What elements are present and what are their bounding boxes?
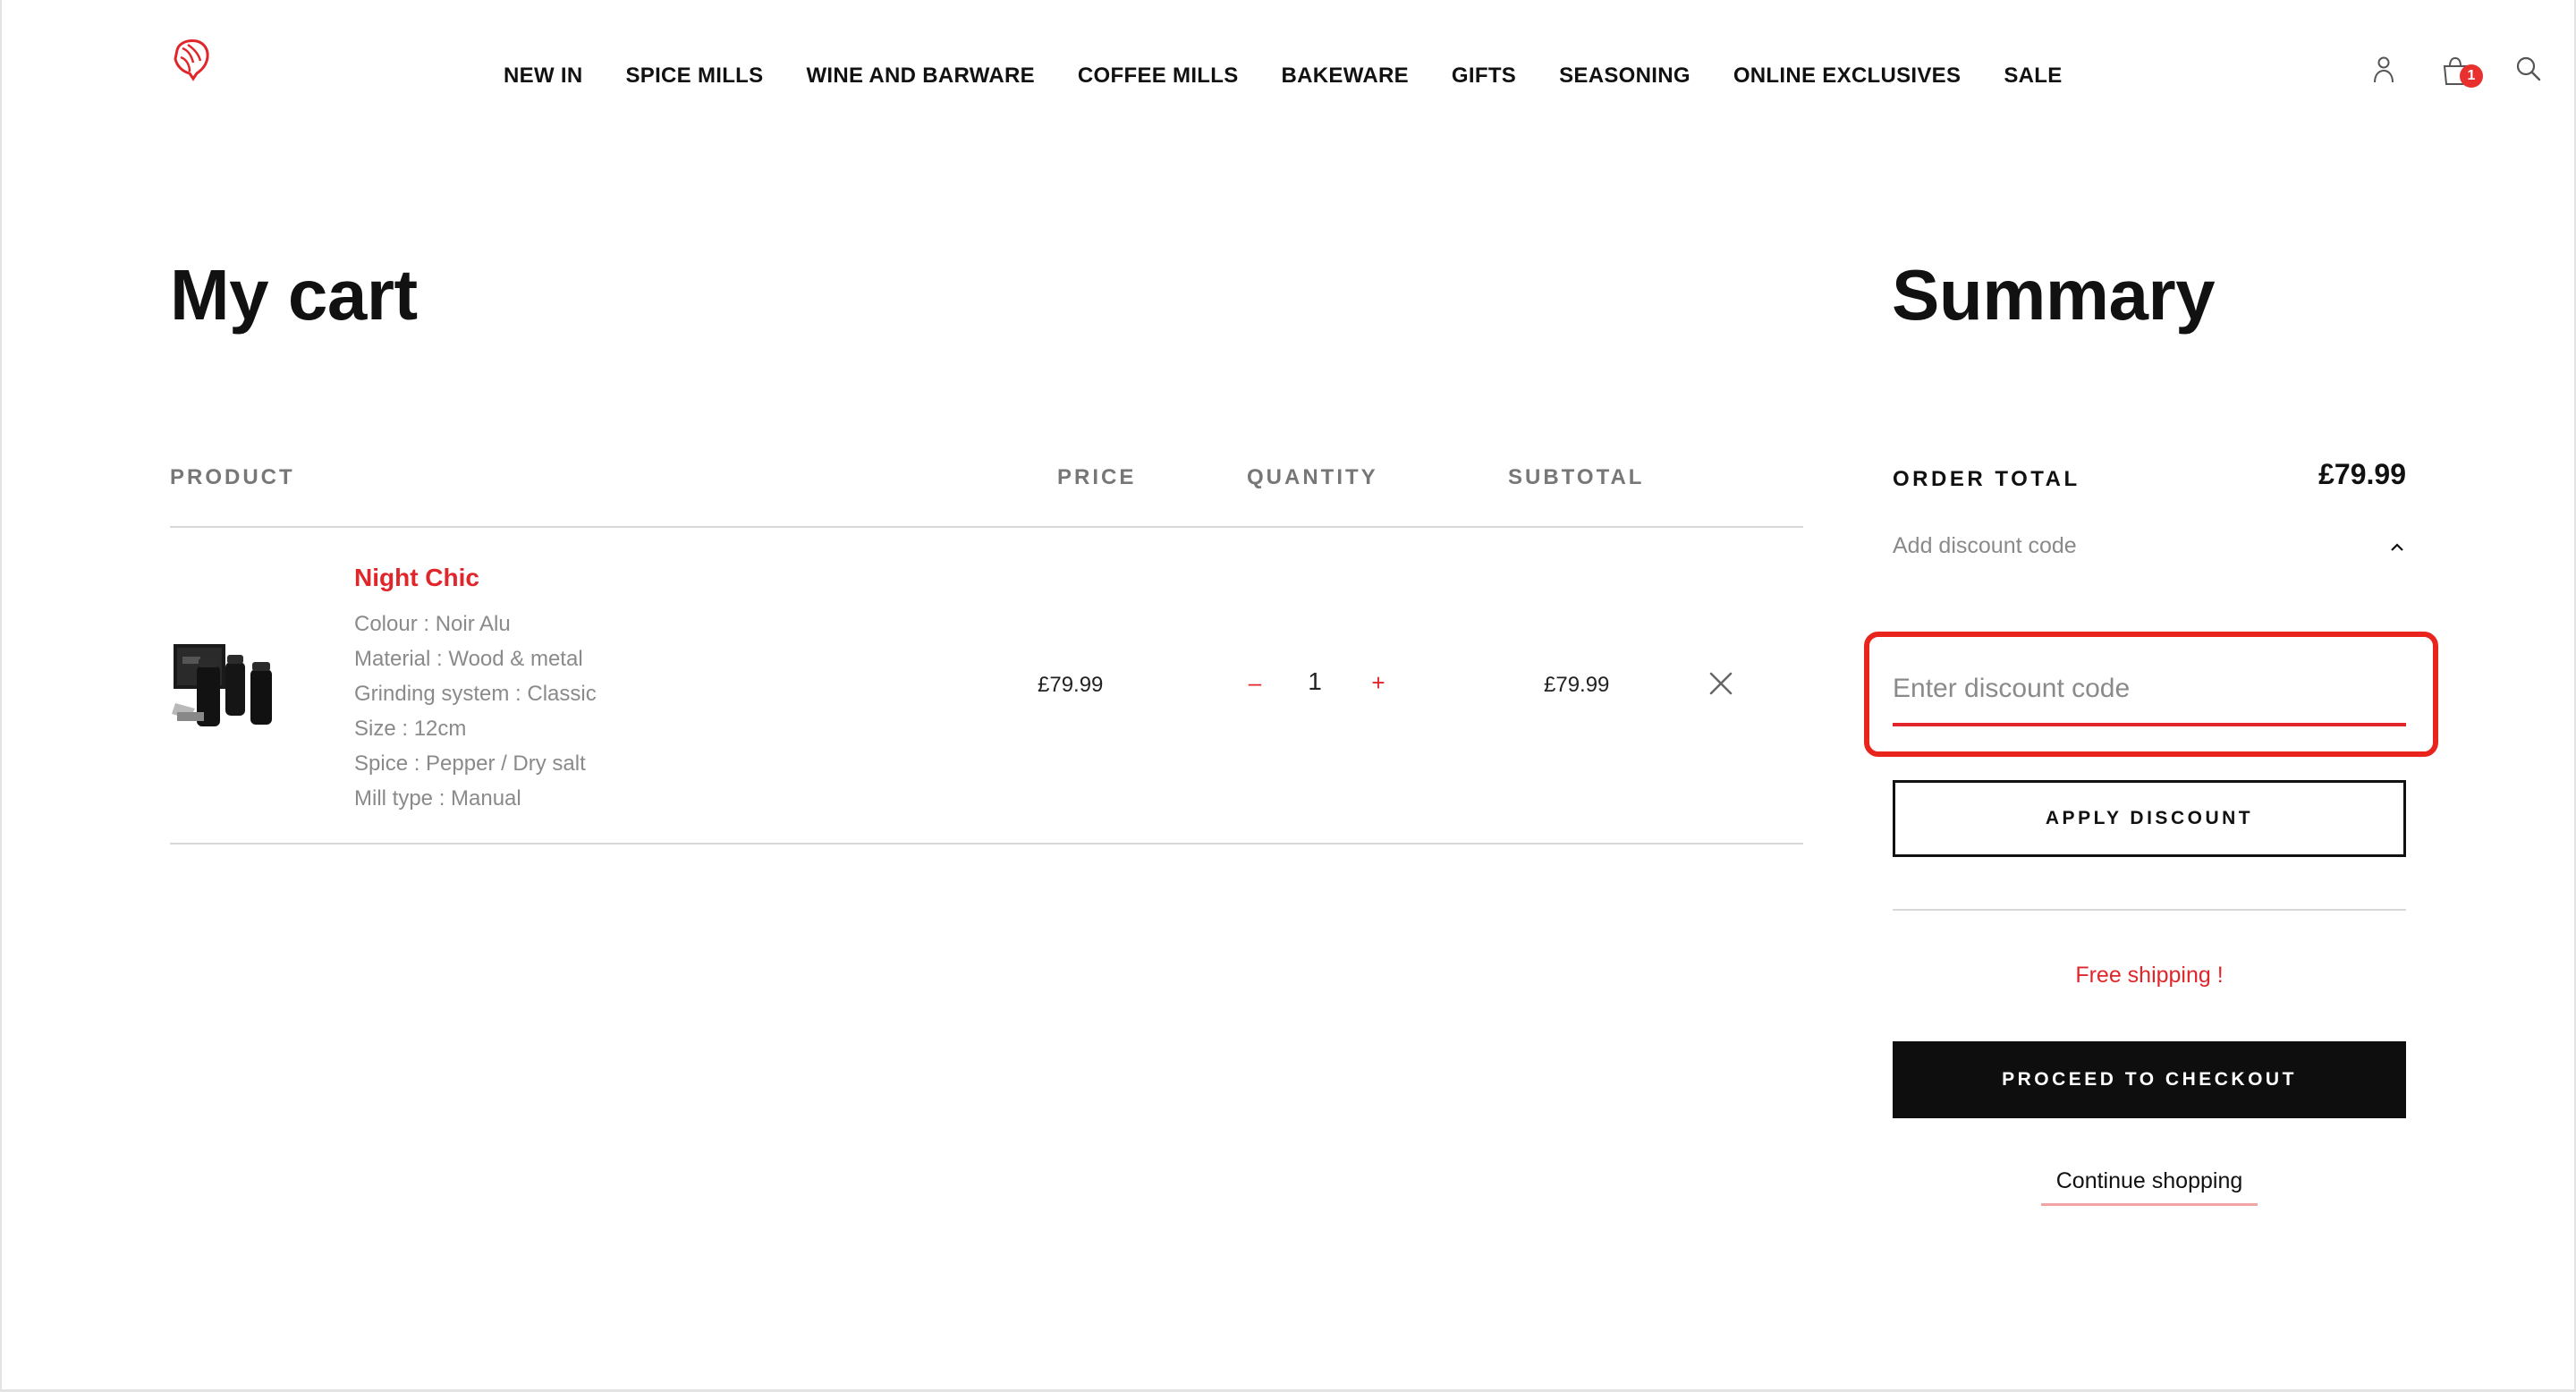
nav-item-wine-and-barware[interactable]: WINE AND BARWARE (806, 64, 1034, 89)
nav-item-online-exclusives[interactable]: ONLINE EXCLUSIVES (1733, 64, 1961, 89)
product-image[interactable] (170, 626, 279, 728)
product-attribute-mill-type: Mill type : Manual (354, 786, 521, 811)
column-header-product: PRODUCT (170, 465, 295, 489)
page-title: My cart (170, 255, 418, 335)
product-attribute-spice: Spice : Pepper / Dry salt (354, 751, 586, 776)
column-header-quantity: QUANTITY (1247, 465, 1378, 489)
column-header-price: PRICE (1057, 465, 1137, 489)
user-icon[interactable] (2372, 55, 2395, 84)
continue-shopping-link[interactable]: Continue shopping (2041, 1168, 2258, 1206)
cart-count-badge: 1 (2460, 64, 2483, 88)
quantity-value[interactable]: 1 (1301, 667, 1328, 696)
main-nav: NEW IN SPICE MILLS WINE AND BARWARE COFF… (504, 61, 2063, 91)
header-actions: 1 (2361, 52, 2549, 97)
nav-item-coffee-mills[interactable]: COFFEE MILLS (1078, 64, 1239, 89)
quantity-decrease-button[interactable]: – (1245, 669, 1265, 697)
column-header-subtotal: SUBTOTAL (1508, 465, 1645, 489)
remove-item-icon[interactable] (1708, 671, 1733, 696)
nav-item-new-in[interactable]: NEW IN (504, 64, 582, 89)
nav-item-seasoning[interactable]: SEASONING (1559, 64, 1690, 89)
nav-item-sale[interactable]: SALE (2004, 64, 2062, 89)
chevron-up-icon (2391, 543, 2403, 551)
table-divider (170, 843, 1803, 845)
product-attribute-size: Size : 12cm (354, 717, 467, 741)
nav-item-gifts[interactable]: GIFTS (1452, 64, 1516, 89)
quantity-increase-button[interactable]: + (1368, 669, 1388, 697)
item-price: £79.99 (1038, 673, 1104, 697)
product-attribute-colour: Colour : Noir Alu (354, 612, 511, 636)
item-subtotal: £79.99 (1544, 673, 1610, 697)
product-attribute-material: Material : Wood & metal (354, 647, 583, 671)
discount-code-input[interactable] (1893, 655, 2406, 726)
free-shipping-message: Free shipping ! (2075, 963, 2224, 988)
discount-code-toggle[interactable]: Add discount code (1893, 533, 2406, 565)
summary-title: Summary (1892, 255, 2216, 335)
product-attributes: Colour : Noir Alu Material : Wood & meta… (354, 607, 597, 816)
apply-discount-button[interactable]: APPLY DISCOUNT (1893, 780, 2406, 857)
proceed-to-checkout-button[interactable]: PROCEED TO CHECKOUT (1893, 1041, 2406, 1118)
lion-head-logo-icon[interactable] (170, 38, 211, 82)
product-name-link[interactable]: Night Chic (354, 564, 479, 592)
order-total-value: £79.99 (2318, 458, 2406, 490)
order-total-label: ORDER TOTAL (1893, 467, 2080, 491)
table-divider (170, 526, 1803, 528)
summary-divider (1893, 909, 2406, 911)
nav-item-spice-mills[interactable]: SPICE MILLS (625, 64, 763, 89)
discount-toggle-label: Add discount code (1893, 533, 2077, 558)
search-icon[interactable] (2515, 55, 2542, 82)
nav-item-bakeware[interactable]: BAKEWARE (1282, 64, 1409, 89)
product-attribute-grinding-system: Grinding system : Classic (354, 682, 597, 706)
